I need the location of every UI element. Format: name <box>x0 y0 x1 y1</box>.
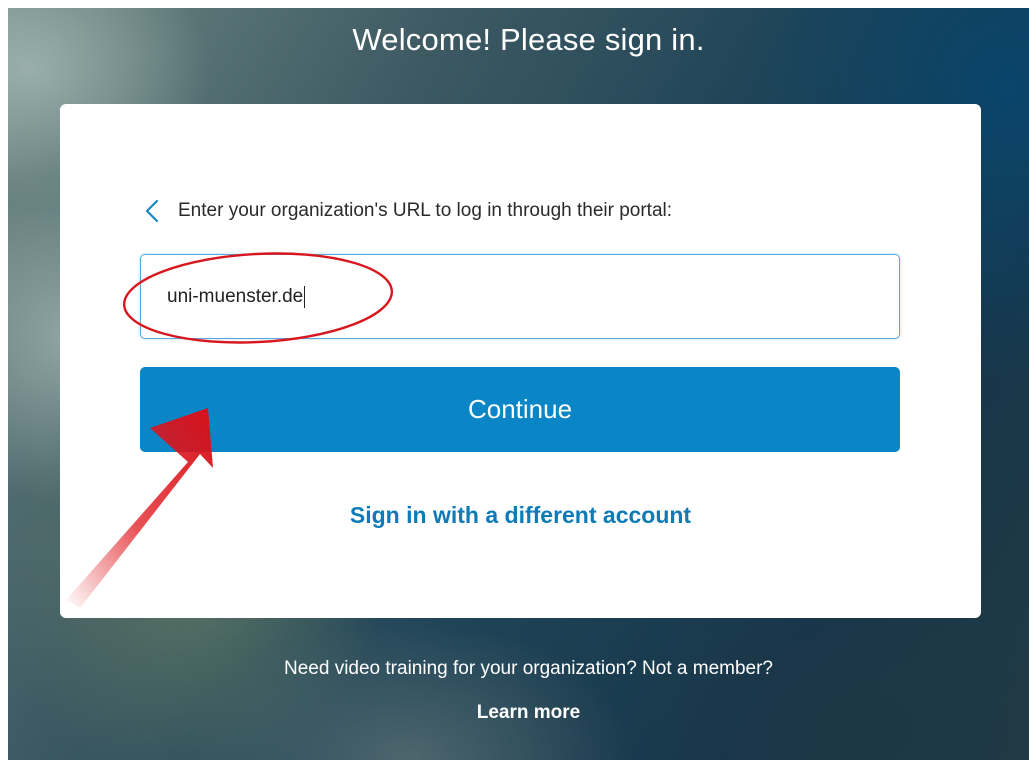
chevron-left-icon[interactable] <box>142 198 162 224</box>
page-title: Welcome! Please sign in. <box>352 22 705 57</box>
url-input-value: uni-muenster.de <box>167 285 304 307</box>
organization-url-input[interactable]: uni-muenster.de <box>140 254 900 339</box>
text-caret <box>304 285 306 308</box>
instruction-text: Enter your organization's URL to log in … <box>178 200 673 221</box>
sign-in-page: Welcome! Please sign in. Enter your orga… <box>8 8 1029 760</box>
sign-in-different-account-link[interactable]: Sign in with a different account <box>60 502 981 529</box>
sign-in-card: Enter your organization's URL to log in … <box>60 104 981 618</box>
footer-text: Need video training for your organizatio… <box>284 658 773 679</box>
back-row: Enter your organization's URL to log in … <box>142 196 672 226</box>
continue-button[interactable]: Continue <box>140 367 900 452</box>
learn-more-link[interactable]: Learn more <box>8 702 1029 724</box>
